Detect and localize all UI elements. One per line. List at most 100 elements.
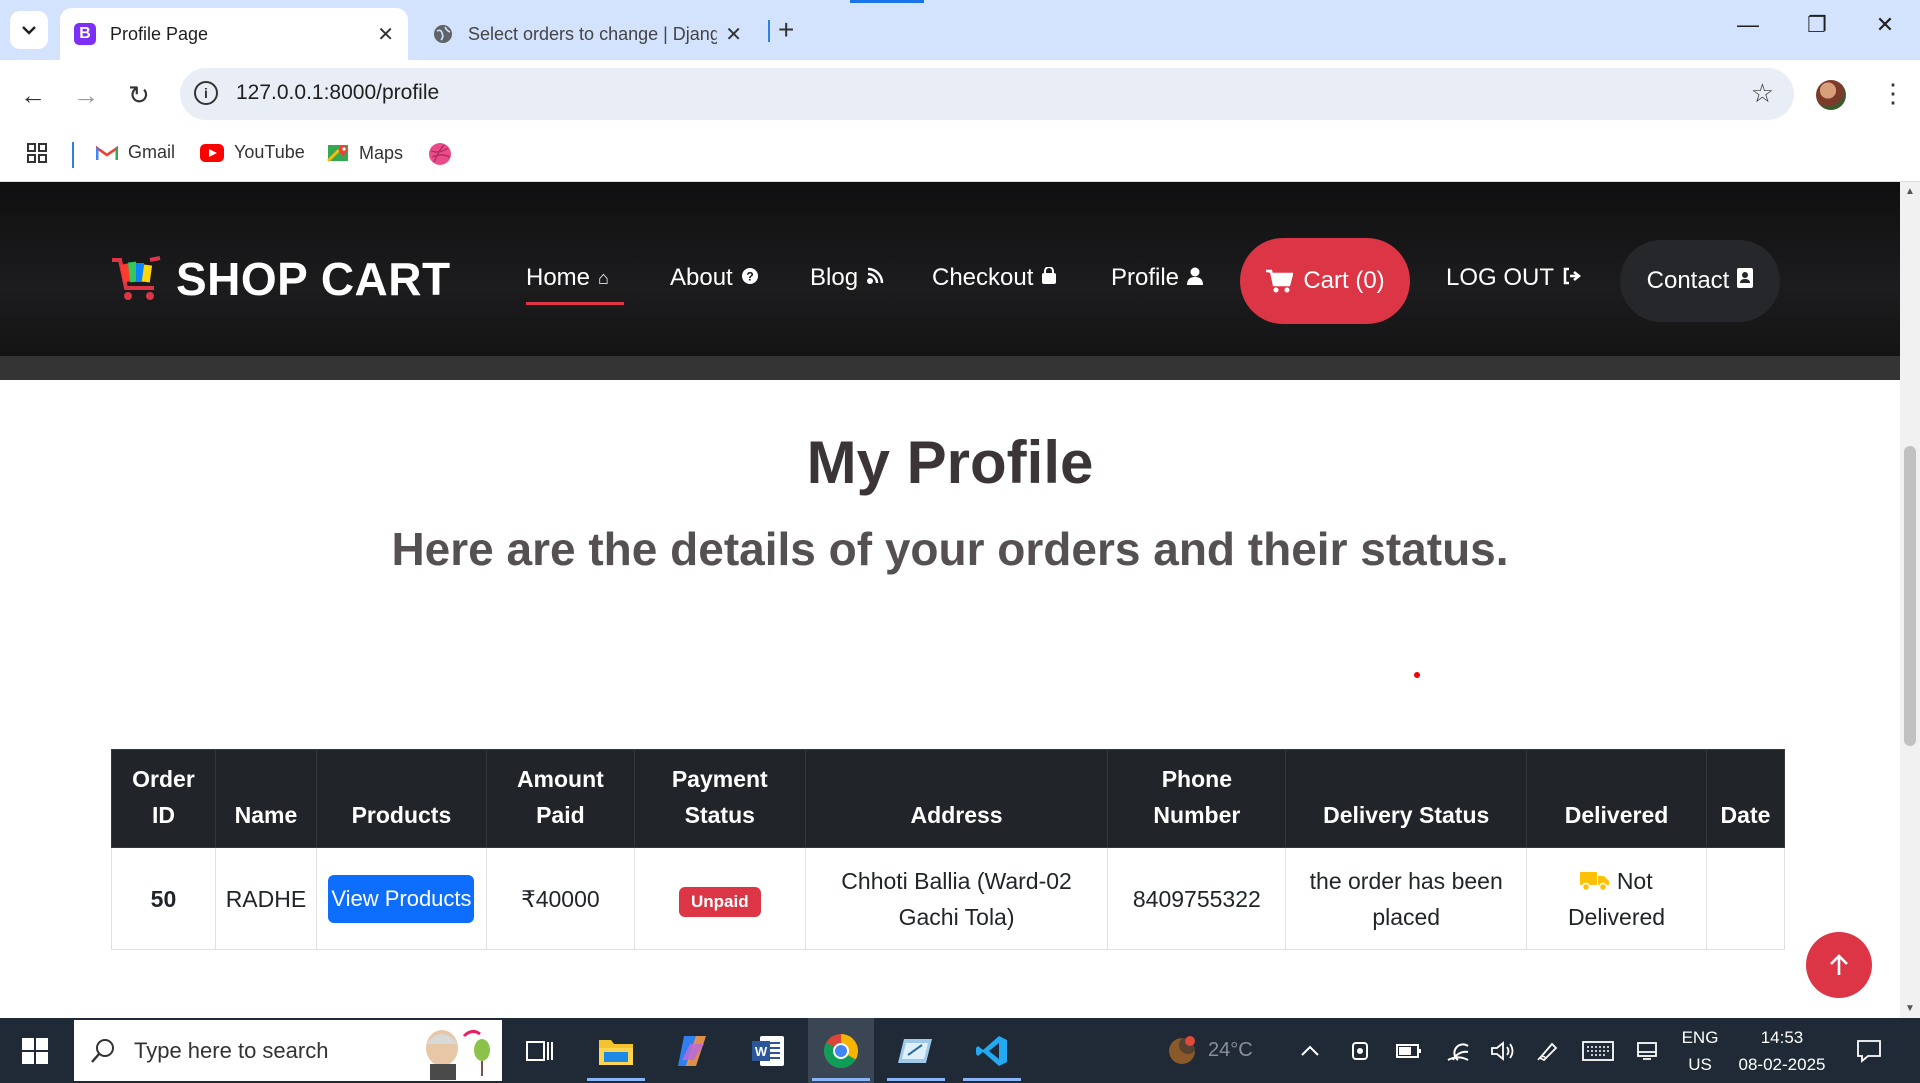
col-name: Name — [214, 749, 317, 848]
restore-button[interactable]: ❐ — [1802, 12, 1832, 38]
bookmark-dribbble[interactable] — [428, 142, 462, 166]
clock-date: 08-02-2025 — [1738, 1054, 1826, 1074]
active-nav-underline — [526, 302, 624, 305]
scroll-down-arrow[interactable]: ▼ — [1905, 1003, 1915, 1014]
tab-separator — [768, 20, 770, 42]
tray-pen[interactable] — [1536, 1018, 1560, 1083]
nav-blog-label: Blog — [810, 264, 859, 291]
tray-display[interactable] — [1636, 1018, 1658, 1083]
taskbar-word[interactable]: W — [738, 1018, 798, 1083]
nav-home-label: Home — [526, 264, 591, 291]
back-button[interactable]: ← — [20, 80, 46, 111]
reload-button[interactable]: ↻ — [128, 80, 150, 111]
browser-menu-icon[interactable]: ⋮ — [1880, 78, 1906, 109]
nav-checkout[interactable]: Checkout — [932, 264, 1057, 292]
tray-volume[interactable] — [1490, 1018, 1516, 1083]
tab-profile-page[interactable]: B Profile Page ✕ — [60, 8, 408, 60]
apps-grid-icon[interactable] — [26, 142, 48, 164]
tab-loading-indicator — [850, 0, 924, 3]
chevron-down-icon — [22, 26, 36, 35]
cart-label: Cart (0) — [1303, 267, 1385, 294]
close-tab-icon[interactable]: ✕ — [377, 22, 394, 47]
bookmark-gmail[interactable]: Gmail — [96, 142, 175, 163]
nav-blog[interactable]: Blog — [810, 264, 884, 292]
site-info-icon[interactable]: i — [194, 81, 218, 105]
minimize-button[interactable]: — — [1733, 12, 1763, 38]
tab-django-admin[interactable]: Select orders to change | Djang ✕ — [418, 8, 756, 60]
start-button[interactable] — [0, 1018, 70, 1083]
close-window-button[interactable]: ✕ — [1870, 12, 1900, 38]
col-order-id: Order ID — [111, 749, 216, 848]
bookmark-maps[interactable]: Maps — [327, 142, 403, 164]
taskbar-search-box[interactable]: Type here to search — [74, 1020, 502, 1081]
show-hidden-icons[interactable] — [1300, 1018, 1320, 1083]
taskbar-file-explorer[interactable] — [586, 1018, 646, 1083]
profile-avatar[interactable] — [1816, 80, 1846, 110]
site-header: SHOP CART Home ⌂ About ? Blog Checkout P — [0, 182, 1900, 356]
new-tab-button[interactable]: + — [778, 14, 794, 46]
back-to-top-button[interactable] — [1806, 932, 1872, 998]
bookmark-youtube[interactable]: YouTube — [200, 142, 305, 163]
weather-widget[interactable]: 24°C — [1166, 1018, 1253, 1083]
col-delivered: Delivered — [1526, 749, 1707, 848]
clock[interactable]: 14:53 08-02-2025 — [1734, 1018, 1830, 1083]
shopping-cart-logo-icon — [112, 256, 161, 300]
url-text[interactable]: 127.0.0.1:8000/profile — [236, 81, 439, 105]
scroll-up-arrow[interactable]: ▲ — [1905, 186, 1915, 197]
windows-logo-icon — [22, 1037, 48, 1064]
cart-button[interactable]: Cart (0) — [1240, 238, 1410, 324]
taskbar-vscode[interactable] — [962, 1018, 1022, 1083]
tab-search-button[interactable] — [10, 11, 48, 49]
page-scrollbar[interactable]: ▲ ▼ — [1900, 182, 1920, 1018]
question-circle-icon: ? — [741, 267, 759, 290]
name-cell: RADHE — [214, 847, 317, 950]
contact-button[interactable]: Contact — [1620, 240, 1780, 322]
youtube-icon — [200, 143, 224, 162]
home-icon: ⌂ — [598, 267, 609, 288]
language-indicator[interactable]: ENG US — [1680, 1018, 1720, 1083]
language-code: ENG — [1681, 1027, 1719, 1047]
bootstrap-icon: B — [74, 23, 96, 45]
nav-about[interactable]: About ? — [670, 264, 759, 292]
tab-title: Select orders to change | Djang — [468, 23, 718, 44]
bookmark-label: Maps — [359, 142, 404, 163]
phone-cell: 8409755322 — [1107, 847, 1287, 950]
view-products-button[interactable]: View Products — [328, 874, 475, 923]
bookmark-separator — [72, 142, 74, 168]
battery-icon — [1396, 1043, 1421, 1058]
col-products: Products — [315, 749, 487, 848]
tab-title: Profile Page — [110, 23, 209, 44]
nav-profile[interactable]: Profile — [1111, 264, 1204, 292]
bookmark-star-icon[interactable]: ☆ — [1751, 78, 1774, 109]
maps-icon — [327, 142, 349, 164]
scrollbar-thumb[interactable] — [1904, 446, 1916, 746]
forward-button[interactable]: → — [73, 80, 99, 111]
bookmark-label: YouTube — [234, 142, 305, 162]
close-tab-icon[interactable]: ✕ — [725, 22, 742, 47]
taskbar-chrome[interactable] — [808, 1018, 874, 1083]
delivered-cell: Not Delivered — [1526, 847, 1707, 950]
col-payment-status: Payment Status — [633, 749, 806, 848]
running-indicator — [887, 1078, 945, 1081]
page-title: My Profile — [806, 429, 1094, 496]
tray-meet-now[interactable] — [1350, 1018, 1372, 1083]
site-logo[interactable]: SHOP CART — [110, 252, 451, 306]
tray-touch-keyboard[interactable] — [1582, 1018, 1614, 1083]
word-icon: W — [752, 1035, 784, 1066]
running-indicator — [963, 1078, 1021, 1081]
notification-center-button[interactable] — [1856, 1018, 1882, 1083]
task-view-button[interactable] — [512, 1018, 568, 1083]
nav-home[interactable]: Home ⌂ — [526, 264, 609, 292]
nav-logout[interactable]: LOG OUT — [1446, 264, 1582, 292]
tray-battery[interactable] — [1396, 1018, 1422, 1083]
search-placeholder: Type here to search — [134, 1037, 329, 1063]
notification-icon — [1857, 1039, 1881, 1063]
address-bar[interactable]: i 127.0.0.1:8000/profile ☆ — [180, 68, 1794, 120]
nav-profile-label: Profile — [1111, 264, 1180, 291]
taskbar-copilot[interactable] — [662, 1018, 722, 1083]
tray-network[interactable] — [1446, 1018, 1470, 1083]
keyboard-icon — [1582, 1040, 1614, 1061]
windows-taskbar: Type here to search W 24°C ENG US 14:53 … — [0, 1018, 1920, 1083]
taskbar-app[interactable] — [886, 1018, 946, 1083]
browser-tab-strip: B Profile Page ✕ Select orders to change… — [0, 0, 1920, 60]
